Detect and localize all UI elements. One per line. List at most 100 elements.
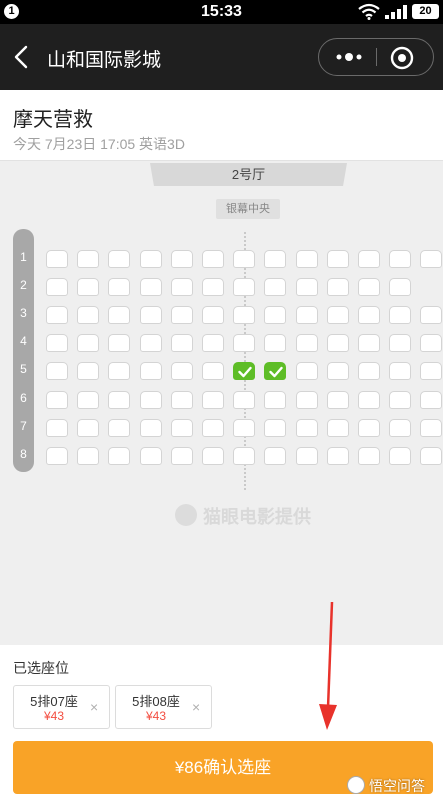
seat-available[interactable] (233, 418, 256, 437)
seat-selected[interactable] (264, 362, 287, 381)
seat-available[interactable] (202, 334, 224, 353)
seat-available[interactable] (46, 334, 68, 353)
remove-icon[interactable]: × (192, 699, 200, 715)
seat-available[interactable] (264, 250, 287, 268)
seat-available[interactable] (202, 390, 224, 409)
seat-available[interactable] (170, 334, 193, 353)
seat-available[interactable] (139, 306, 162, 325)
seat-available[interactable] (170, 362, 193, 381)
seat-available[interactable] (295, 334, 318, 353)
seat-available[interactable] (389, 306, 412, 325)
seat-available[interactable] (420, 418, 443, 437)
remove-icon[interactable]: × (90, 699, 98, 715)
seat-available[interactable] (170, 418, 193, 437)
close-miniprogram-icon[interactable] (389, 45, 415, 71)
seat-available[interactable] (233, 278, 256, 297)
seat-available[interactable] (326, 250, 349, 268)
seat-available[interactable] (358, 390, 380, 409)
seat-available[interactable] (420, 446, 443, 465)
seat-available[interactable] (326, 278, 349, 297)
seat-available[interactable] (108, 278, 131, 297)
seat-available[interactable] (139, 446, 162, 465)
seat-available[interactable] (202, 418, 224, 437)
seat-available[interactable] (326, 390, 349, 409)
seat-available[interactable] (264, 446, 287, 465)
seat-available[interactable] (46, 446, 68, 465)
selected-ticket[interactable]: 5排08座 ¥43 × (115, 685, 212, 729)
seat-available[interactable] (46, 306, 68, 325)
seat-available[interactable] (77, 362, 100, 381)
seat-available[interactable] (139, 334, 162, 353)
seat-available[interactable] (358, 362, 380, 381)
seat-available[interactable] (202, 362, 224, 381)
seat-available[interactable] (139, 250, 162, 268)
seat-available[interactable] (264, 334, 287, 353)
seat-available[interactable] (295, 418, 318, 437)
seat-available[interactable] (389, 390, 412, 409)
seat-available[interactable] (420, 334, 443, 353)
seat-available[interactable] (46, 250, 68, 268)
seat-available[interactable] (295, 306, 318, 325)
seat-available[interactable] (202, 306, 224, 325)
seat-available[interactable] (295, 362, 318, 381)
seat-available[interactable] (77, 278, 100, 297)
seat-available[interactable] (295, 250, 318, 268)
seat-available[interactable] (77, 418, 100, 437)
seat-available[interactable] (358, 418, 380, 437)
seat-available[interactable] (264, 306, 287, 325)
seat-available[interactable] (108, 390, 131, 409)
seat-available[interactable] (108, 362, 131, 381)
seat-available[interactable] (170, 446, 193, 465)
seat-available[interactable] (358, 278, 380, 297)
seat-available[interactable] (295, 278, 318, 297)
seat-available[interactable] (139, 362, 162, 381)
seat-available[interactable] (233, 390, 256, 409)
seat-available[interactable] (139, 278, 162, 297)
seat-available[interactable] (389, 334, 412, 353)
seat-available[interactable] (139, 418, 162, 437)
seat-available[interactable] (170, 250, 193, 268)
seat-available[interactable] (139, 390, 162, 409)
seat-available[interactable] (420, 362, 443, 381)
seat-available[interactable] (202, 446, 224, 465)
seat-available[interactable] (389, 446, 412, 465)
seat-available[interactable] (202, 250, 224, 268)
seat-available[interactable] (358, 306, 380, 325)
seat-available[interactable] (326, 334, 349, 353)
seat-available[interactable] (108, 306, 131, 325)
seat-available[interactable] (389, 418, 412, 437)
seat-available[interactable] (295, 390, 318, 409)
back-icon[interactable] (10, 43, 36, 71)
seat-available[interactable] (326, 362, 349, 381)
seat-available[interactable] (77, 390, 100, 409)
seat-available[interactable] (77, 250, 100, 268)
seat-available[interactable] (170, 278, 193, 297)
seat-available[interactable] (326, 306, 349, 325)
seat-available[interactable] (108, 446, 131, 465)
seat-available[interactable] (233, 250, 256, 268)
seat-available[interactable] (233, 334, 256, 353)
seat-available[interactable] (358, 250, 380, 268)
seat-available[interactable] (77, 306, 100, 325)
seat-available[interactable] (358, 334, 380, 353)
seat-available[interactable] (108, 418, 131, 437)
seat-available[interactable] (170, 306, 193, 325)
seat-available[interactable] (264, 390, 287, 409)
more-icon[interactable] (329, 47, 369, 67)
seat-available[interactable] (264, 418, 287, 437)
selected-ticket[interactable]: 5排07座 ¥43 × (13, 685, 110, 729)
seat-available[interactable] (326, 446, 349, 465)
seat-available[interactable] (233, 446, 256, 465)
seat-available[interactable] (264, 278, 287, 297)
seat-available[interactable] (46, 390, 68, 409)
seat-available[interactable] (233, 306, 256, 325)
seat-available[interactable] (389, 250, 412, 268)
seat-available[interactable] (326, 418, 349, 437)
seat-available[interactable] (108, 334, 131, 353)
seat-available[interactable] (420, 250, 443, 268)
seat-available[interactable] (420, 390, 443, 409)
seat-available[interactable] (295, 446, 318, 465)
seat-available[interactable] (389, 362, 412, 381)
seat-available[interactable] (77, 446, 100, 465)
seat-available[interactable] (108, 250, 131, 268)
